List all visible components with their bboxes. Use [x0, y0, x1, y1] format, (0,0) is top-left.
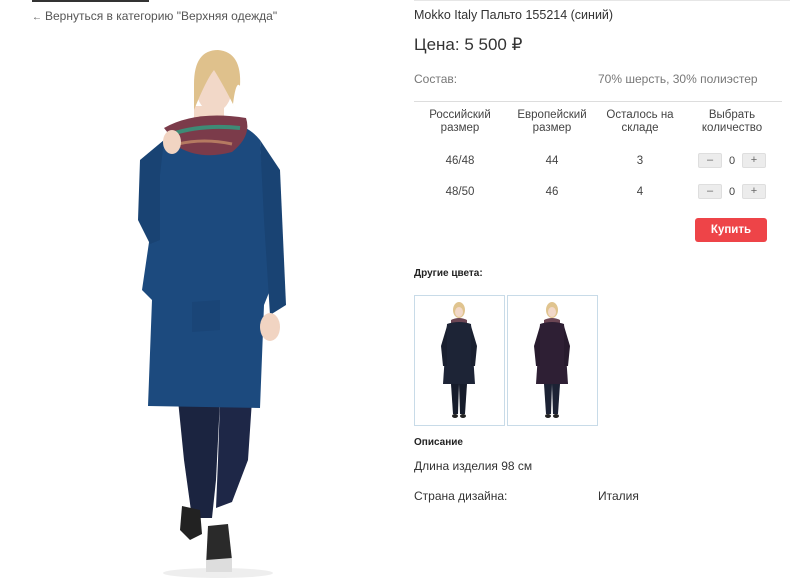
product-title: Mokko Italy Пальто 155214 (синий)	[414, 8, 614, 22]
header-eu-size: Европейский размер	[517, 109, 587, 134]
description-text: Длина изделия 98 см	[414, 459, 533, 473]
cell-ru-size: 46/48	[445, 154, 475, 167]
back-arrow-icon: ←	[32, 12, 42, 23]
decrement-button[interactable]: –	[698, 153, 722, 168]
table-top-divider	[414, 101, 782, 102]
product-price: Цена: 5 500 ₽	[414, 35, 523, 54]
increment-button[interactable]: +	[742, 153, 766, 168]
table-row: 46/48 44 3 – 0 +	[414, 145, 782, 176]
woman-in-coat-image	[138, 50, 286, 578]
other-colors-gallery	[414, 295, 598, 426]
decrement-button[interactable]: –	[698, 184, 722, 199]
back-to-category-link[interactable]: ← Вернуться в категорию "Верхняя одежда"	[32, 9, 277, 23]
quantity-stepper: – 0 +	[682, 145, 782, 176]
cell-eu-size: 46	[545, 185, 559, 198]
cell-stock: 4	[636, 185, 644, 198]
product-photo[interactable]	[120, 40, 310, 580]
header-ru-size: Российский размер	[429, 109, 491, 134]
table-row: 48/50 46 4 – 0 +	[414, 176, 782, 207]
increment-button[interactable]: +	[742, 184, 766, 199]
other-colors-title: Другие цвета:	[414, 268, 483, 279]
active-tab-underline	[32, 0, 149, 2]
thumbnail-navy-image	[441, 302, 477, 418]
country-label: Страна дизайна:	[414, 489, 508, 503]
header-divider	[414, 0, 790, 1]
sizes-table-header: Российский размер Европейский размер Ост…	[414, 107, 782, 145]
color-thumbnail-navy[interactable]	[414, 295, 505, 426]
cell-ru-size: 48/50	[445, 185, 475, 198]
header-stock: Осталось на складе	[606, 109, 674, 134]
country-value: Италия	[598, 489, 639, 503]
buy-button[interactable]: Купить	[695, 218, 767, 242]
composition-label: Состав:	[414, 72, 458, 86]
quantity-value[interactable]: 0	[728, 186, 736, 198]
sizes-table: Российский размер Европейский размер Ост…	[414, 107, 782, 207]
quantity-stepper: – 0 +	[682, 176, 782, 207]
header-select-qty: Выбрать количество	[701, 109, 763, 134]
description-title: Описание	[414, 437, 463, 448]
quantity-value[interactable]: 0	[728, 155, 736, 167]
thumbnail-plum-image	[534, 302, 570, 418]
cell-stock: 3	[636, 154, 644, 167]
composition-value: 70% шерсть, 30% полиэстер	[598, 72, 758, 86]
cell-eu-size: 44	[545, 154, 559, 167]
back-link-label: Вернуться в категорию "Верхняя одежда"	[45, 9, 278, 23]
color-thumbnail-plum[interactable]	[507, 295, 598, 426]
